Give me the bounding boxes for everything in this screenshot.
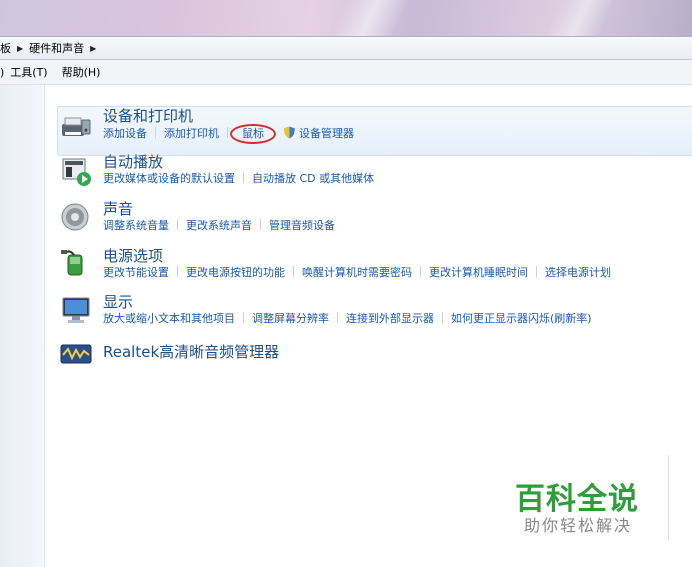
realtek-audio-icon <box>60 344 92 364</box>
link-separator <box>293 266 294 277</box>
link-adjust-volume[interactable]: 调整系统音量 <box>103 219 169 232</box>
category-title-display[interactable]: 显示 <box>103 293 592 311</box>
link-separator <box>227 127 228 138</box>
link-separator <box>243 172 244 183</box>
link-fix-flicker[interactable]: 如何更正显示器闪烁(刷新率) <box>451 312 592 325</box>
category-power: 电源选项 更改节能设置 更改电源按钮的功能 唤醒计算机时需要密码 更改计算机睡眠时间 选… <box>103 247 611 280</box>
address-bar[interactable]: 板 ▶ 硬件和声音 ▶ <box>0 36 692 60</box>
breadcrumb-current[interactable]: 硬件和声音 <box>29 40 84 56</box>
link-change-power-saving[interactable]: 更改节能设置 <box>103 266 169 279</box>
title-glint <box>520 0 640 36</box>
breadcrumb-prev[interactable]: 板 <box>0 40 11 56</box>
link-manage-audio-devices[interactable]: 管理音频设备 <box>269 219 335 232</box>
link-separator <box>442 312 443 323</box>
monitor-icon <box>62 297 90 323</box>
title-glint <box>300 0 440 36</box>
link-separator <box>243 312 244 323</box>
shield-icon <box>283 126 296 143</box>
link-zoom-text[interactable]: 放大或缩小文本和其他项目 <box>103 312 235 325</box>
category-title-devices-printers[interactable]: 设备和打印机 <box>103 107 354 125</box>
category-title-sound[interactable]: 声音 <box>103 200 335 218</box>
link-external-display[interactable]: 连接到外部显示器 <box>346 312 434 325</box>
link-separator <box>536 266 537 277</box>
link-separator <box>155 127 156 138</box>
highlight-circle: 鼠标 <box>230 124 276 144</box>
category-sound: 声音 调整系统音量 更改系统声音 管理音频设备 <box>103 200 335 233</box>
link-add-device[interactable]: 添加设备 <box>103 127 147 140</box>
link-change-media-defaults[interactable]: 更改媒体或设备的默认设置 <box>103 172 235 185</box>
menu-bar: ) 工具(T) 帮助(H) <box>0 60 692 85</box>
link-separator <box>177 266 178 277</box>
category-realtek: Realtek高清晰音频管理器 <box>103 343 279 361</box>
category-autoplay: 自动播放 更改媒体或设备的默认设置 自动播放 CD 或其他媒体 <box>103 153 374 186</box>
category-title-power[interactable]: 电源选项 <box>103 247 611 265</box>
menu-help[interactable]: 帮助(H) <box>62 64 101 80</box>
link-choose-power-plan[interactable]: 选择电源计划 <box>545 266 611 279</box>
devices-printer-icon <box>62 117 91 136</box>
link-mouse[interactable]: 鼠标 <box>242 127 264 140</box>
menu-tools[interactable]: 工具(T) <box>10 64 47 80</box>
link-change-system-sounds[interactable]: 更改系统声音 <box>186 219 252 232</box>
link-separator <box>177 219 178 230</box>
menu-fragment[interactable]: ) <box>0 66 4 79</box>
link-screen-resolution[interactable]: 调整屏幕分辨率 <box>252 312 329 325</box>
category-title-autoplay[interactable]: 自动播放 <box>103 153 374 171</box>
breadcrumb-arrow-icon[interactable]: ▶ <box>90 44 96 53</box>
link-separator <box>420 266 421 277</box>
speaker-icon <box>61 203 89 231</box>
window-title-bar <box>0 0 692 36</box>
link-separator <box>260 219 261 230</box>
link-autoplay-cd[interactable]: 自动播放 CD 或其他媒体 <box>252 172 374 185</box>
category-title-realtek[interactable]: Realtek高清晰音频管理器 <box>103 343 279 361</box>
link-add-printer[interactable]: 添加打印机 <box>164 127 219 140</box>
power-plug-icon <box>61 250 83 276</box>
link-device-manager[interactable]: 设备管理器 <box>299 127 354 140</box>
category-devices-printers: 设备和打印机 添加设备 添加打印机 鼠标 设备管理器 <box>103 107 354 144</box>
link-sleep-time[interactable]: 更改计算机睡眠时间 <box>429 266 528 279</box>
autoplay-icon <box>62 158 91 186</box>
link-separator <box>337 312 338 323</box>
divider <box>668 455 669 540</box>
breadcrumb-arrow-icon[interactable]: ▶ <box>17 44 23 53</box>
link-power-button-function[interactable]: 更改电源按钮的功能 <box>186 266 285 279</box>
watermark-subtitle: 助你轻松解决 <box>524 516 633 535</box>
navigation-pane <box>0 85 45 567</box>
link-require-password-wake[interactable]: 唤醒计算机时需要密码 <box>302 266 412 279</box>
category-display: 显示 放大或缩小文本和其他项目 调整屏幕分辨率 连接到外部显示器 如何更正显示器闪烁(… <box>103 293 592 326</box>
